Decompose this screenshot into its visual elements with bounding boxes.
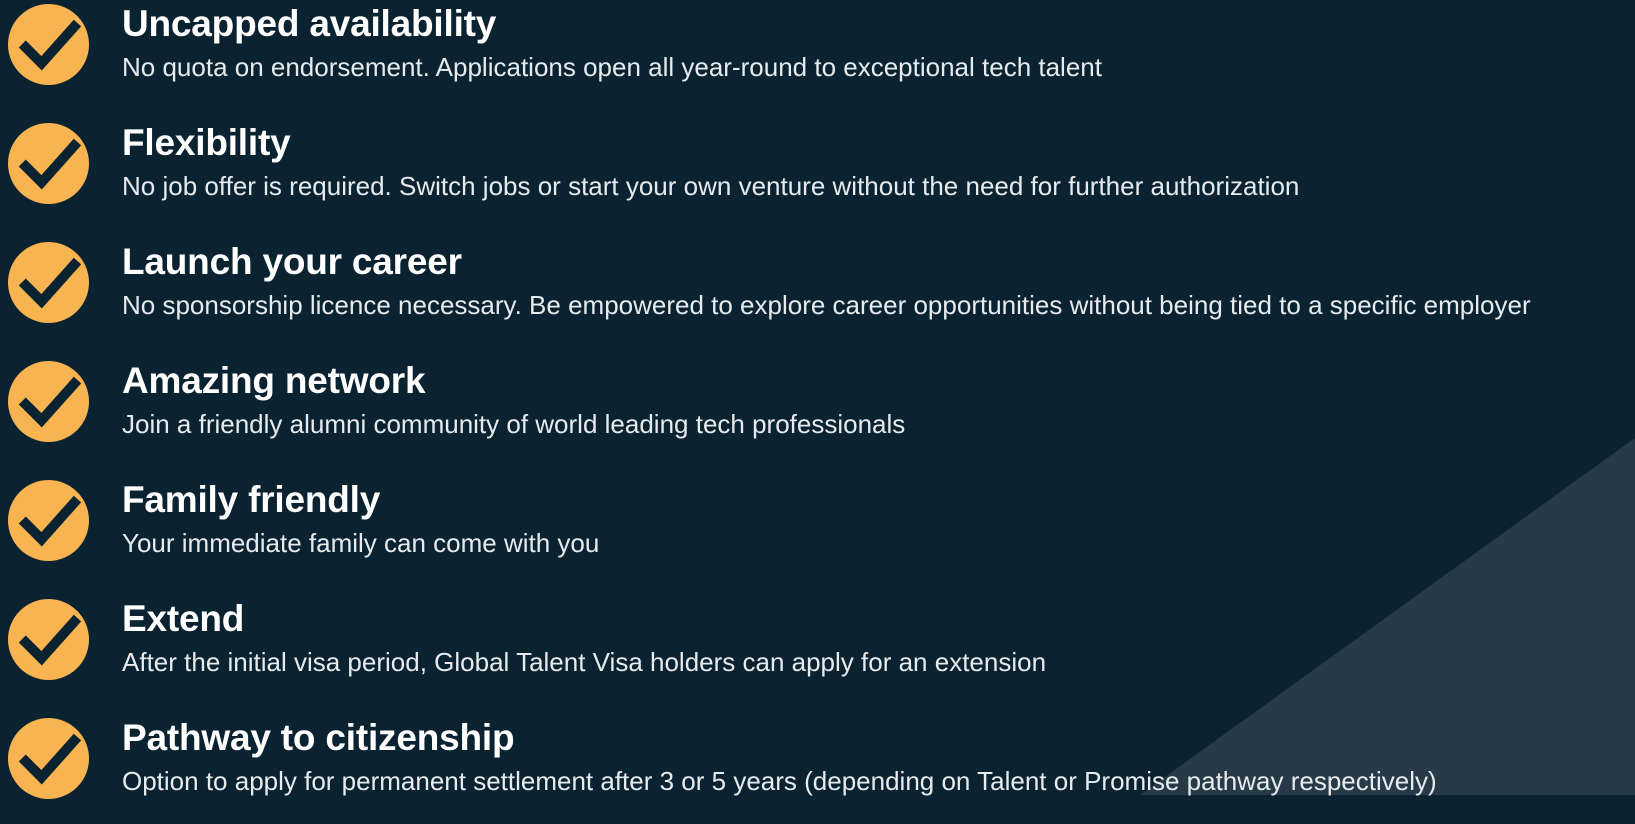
benefit-description: Join a friendly alumni community of worl… <box>122 409 906 439</box>
check-circle-icon <box>7 241 90 324</box>
benefit-item-extend: Extend After the initial visa period, Gl… <box>0 595 1635 705</box>
benefit-description: Option to apply for permanent settlement… <box>122 766 1437 796</box>
benefit-description: No quota on endorsement. Applications op… <box>122 52 1102 82</box>
benefit-item-pathway-to-citizenship: Pathway to citizenship Option to apply f… <box>0 714 1635 824</box>
check-circle-icon <box>7 717 90 800</box>
benefit-description: No job offer is required. Switch jobs or… <box>122 171 1300 201</box>
benefit-description: After the initial visa period, Global Ta… <box>122 647 1047 677</box>
benefit-item-launch-your-career: Launch your career No sponsorship licenc… <box>0 238 1635 348</box>
benefit-title: Flexibility <box>122 122 291 163</box>
benefit-title: Amazing network <box>122 360 426 401</box>
benefit-title: Uncapped availability <box>122 3 497 44</box>
check-circle-icon <box>7 360 90 443</box>
benefit-title: Family friendly <box>122 479 381 520</box>
check-circle-icon <box>7 598 90 681</box>
benefit-title: Launch your career <box>122 241 462 282</box>
check-circle-icon <box>7 479 90 562</box>
benefit-item-flexibility: Flexibility No job offer is required. Sw… <box>0 119 1635 229</box>
check-circle-icon <box>7 3 90 86</box>
benefit-title: Pathway to citizenship <box>122 717 515 758</box>
benefit-item-amazing-network: Amazing network Join a friendly alumni c… <box>0 357 1635 467</box>
benefit-item-uncapped-availability: Uncapped availability No quota on endors… <box>0 0 1635 110</box>
benefit-title: Extend <box>122 598 245 639</box>
check-circle-icon <box>7 122 90 205</box>
benefit-description: Your immediate family can come with you <box>122 528 600 558</box>
benefit-item-family-friendly: Family friendly Your immediate family ca… <box>0 476 1635 586</box>
benefit-description: No sponsorship licence necessary. Be emp… <box>122 290 1531 320</box>
